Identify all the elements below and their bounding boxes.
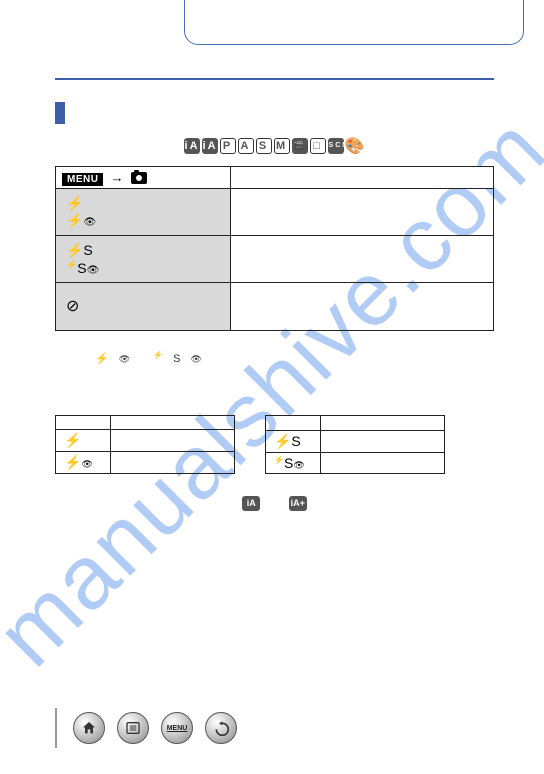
menu-badge: MENU [62,173,103,186]
menu-label: MENU [167,725,188,732]
flash-settings-table: MENU → ⚡ ⚡👁 ⚡S ⚡S👁 ⊘ [55,166,494,331]
footer-divider [55,708,57,748]
small-table-left: ⚡ ⚡👁 [55,415,235,474]
mode-art-icon: 🎨 [345,138,367,155]
back-button[interactable] [205,712,237,744]
list-icon [125,720,141,736]
home-button[interactable] [73,712,105,744]
mode-ia-icon: iA [184,138,200,154]
redeye-icon-1: ⚡👁 [95,353,140,365]
ia-icon: iA [242,496,260,511]
right-r1: ⚡S [266,430,321,452]
flash-row-3: ⊘ [56,282,231,330]
footer-nav: MENU [55,708,237,748]
redeye-icon-2: ⚡S👁 [153,353,212,365]
mode-m-icon: M [274,138,290,154]
back-icon [213,720,229,736]
heading-bar [55,102,65,124]
menu-button[interactable]: MENU [161,712,193,744]
mode-c-icon: 🎬M [292,138,308,154]
top-rule [55,78,494,80]
contents-button[interactable] [117,712,149,744]
small-tables-row: ⚡ ⚡👁 ⚡S ⚡S👁 [55,415,494,474]
mode-dial-icons: iAiA+PASM🎬M□SCN🎨 [55,136,494,156]
small-table-right: ⚡S ⚡S👁 [265,415,445,474]
flash-row-2: ⚡S ⚡S👁 [56,236,231,283]
mode-panorama-icon: □ [310,138,326,154]
flash-row-1-desc [231,189,494,236]
menu-path-cell: MENU → [56,167,231,189]
section-heading [55,102,494,124]
flash-row-2-desc [231,236,494,283]
left-r1: ⚡ [56,430,111,452]
home-icon [81,720,97,736]
header-empty [231,167,494,189]
redeye-icons-row: ⚡👁 ⚡S👁 [95,351,494,366]
flash-row-1: ⚡ ⚡👁 [56,189,231,236]
flash-row-3-desc [231,282,494,330]
mode-scn-icon: SCN [328,138,344,154]
mode-iaplus-icon: iA+ [202,138,218,154]
iaplus-icon: iA+ [289,496,307,511]
mode-s-icon: S [256,138,272,154]
left-r2: ⚡👁 [56,452,111,474]
mode-p-icon: P [220,138,236,154]
right-r2: ⚡S👁 [266,452,321,473]
mode-a-icon: A [238,138,254,154]
camera-icon [131,172,147,184]
ia-mode-row: iA iA+ [55,494,494,512]
